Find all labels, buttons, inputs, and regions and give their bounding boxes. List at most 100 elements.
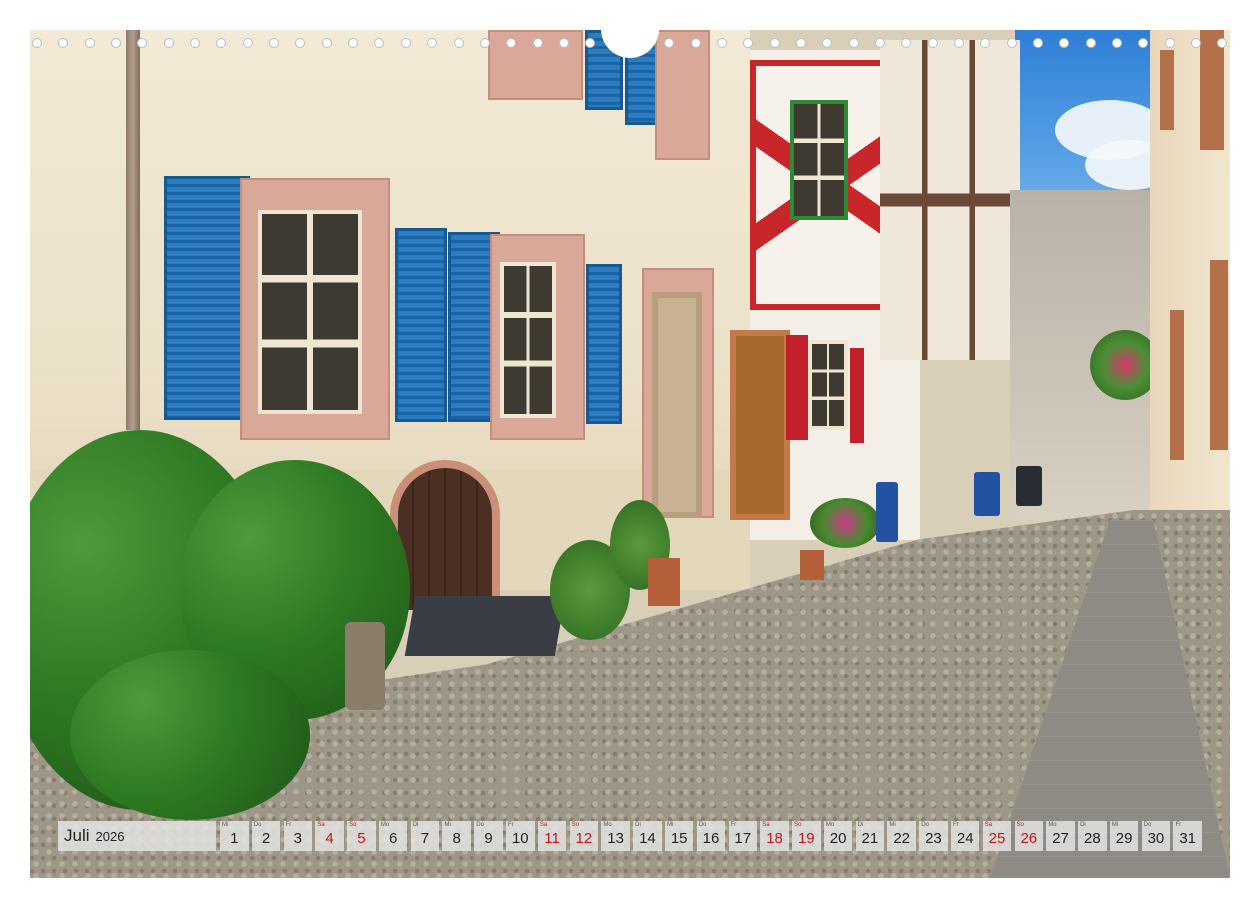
day-number: 12 <box>575 830 593 847</box>
day-cell: Di 14 <box>633 821 662 851</box>
window <box>808 340 848 430</box>
wire-binding-hole-icon <box>163 38 174 48</box>
day-cell: Do 9 <box>474 821 503 851</box>
window <box>258 210 362 414</box>
wire-binding-hole-icon <box>1138 38 1149 48</box>
brown-timber-facade <box>880 40 1020 360</box>
weekday-label: Mi <box>444 822 451 828</box>
day-cell: Fr 17 <box>728 821 757 851</box>
wire-binding-hole-icon <box>901 38 912 48</box>
wire-binding-hole-icon <box>427 38 438 48</box>
wire-binding-hole-icon <box>716 38 727 48</box>
day-cell: Fr 31 <box>1173 821 1202 851</box>
day-number: 30 <box>1147 830 1165 847</box>
wire-binding-hole-icon <box>769 38 780 48</box>
weekday-label: Do <box>921 822 929 828</box>
weekday-label: Mi <box>222 822 229 828</box>
weekday-label: So <box>571 822 579 828</box>
weekday-label: Do <box>1143 822 1152 828</box>
wire-binding-hole-icon <box>400 38 411 48</box>
day-cell: Sa 18 <box>760 821 789 851</box>
day-cell: Do 23 <box>919 821 948 851</box>
wire-binding-hole-icon <box>348 38 359 48</box>
weekday-label: Sa <box>984 822 993 828</box>
weekday-label: So <box>794 822 802 828</box>
day-number: 11 <box>544 830 560 847</box>
weekday-label: Do <box>698 822 707 828</box>
day-cell: Sa 11 <box>537 821 567 851</box>
blue-shutter <box>395 228 447 422</box>
wire-binding-hole-icon <box>190 38 201 48</box>
day-cell: So 26 <box>1014 821 1044 851</box>
wire-binding-hole-icon <box>84 38 95 48</box>
drain-pipe <box>126 30 140 430</box>
day-number: 20 <box>829 830 847 847</box>
wire-binding-hole-icon <box>558 38 569 48</box>
day-cell: Mi 8 <box>442 821 471 851</box>
weekday-label: Mi <box>666 822 674 828</box>
weekday-label: Di <box>412 822 419 828</box>
weekday-label: Mo <box>603 822 612 828</box>
wire-binding-hole-icon <box>980 38 991 48</box>
day-cell: Sa 25 <box>982 821 1012 851</box>
day-cell: Mo 13 <box>601 821 630 851</box>
day-number: 18 <box>766 830 783 847</box>
window <box>790 100 848 220</box>
wire-binding-hole-icon <box>111 38 122 48</box>
wire-binding-hole-icon <box>374 38 385 48</box>
wire-binding-hole-icon <box>137 38 148 48</box>
weekday-label: Di <box>635 822 641 828</box>
weekday-label: Di <box>857 822 864 828</box>
front-door <box>652 292 702 518</box>
day-cell: Di 21 <box>855 821 885 851</box>
weekday-label: So <box>349 822 357 828</box>
weekday-label: Sa <box>762 822 770 828</box>
day-number: 31 <box>1179 830 1197 847</box>
weekday-label: So <box>1016 822 1024 828</box>
day-cell: Mo 6 <box>378 821 408 851</box>
wire-binding-hole-icon <box>1059 38 1070 48</box>
day-number: 27 <box>1052 830 1069 847</box>
wire-binding-hole-icon <box>1006 38 1017 48</box>
day-cell: Mi 15 <box>664 821 694 851</box>
month-name: Juli <box>64 826 90 845</box>
day-cell: Mi 1 <box>220 821 249 851</box>
day-cell: So 12 <box>569 821 599 851</box>
weekday-label: Fr <box>1175 822 1182 828</box>
day-cell: So 19 <box>792 821 821 851</box>
wire-binding-hole-icon <box>479 38 490 48</box>
day-number: 29 <box>1115 830 1133 847</box>
day-number: 3 <box>293 830 302 847</box>
weekday-label: Do <box>253 822 262 828</box>
blue-shutter <box>586 264 622 424</box>
day-number: 19 <box>797 830 815 847</box>
day-number: 25 <box>988 830 1006 847</box>
day-cell: Fr 24 <box>950 821 980 851</box>
weekday-label: Fr <box>952 822 959 828</box>
day-number: 4 <box>325 830 334 847</box>
day-number: 8 <box>452 830 461 847</box>
day-number: 28 <box>1084 830 1101 847</box>
weekday-label: Fr <box>730 822 737 828</box>
wire-binding-hole-icon <box>506 38 517 48</box>
weekday-label: Fr <box>285 822 292 828</box>
weekday-label: Sa <box>539 822 548 828</box>
wire-binding-hole-icon <box>32 38 42 48</box>
street-photo <box>30 30 1230 878</box>
day-number: 24 <box>956 830 974 847</box>
wire-binding-hole-icon <box>1217 38 1228 48</box>
wire-binding-hole-icon <box>822 38 833 48</box>
day-cell: Di 28 <box>1078 821 1107 851</box>
wire-binding-hole-icon <box>532 38 543 48</box>
days-row: Mi 1 Do 2 Fr 3 Sa 4 So 5 Mo 6 Di 7 Mi 8 Do 9 Fr 10 Sa 11 So 12 M… <box>220 821 1202 851</box>
day-number: 16 <box>702 830 720 847</box>
day-cell: Fr 10 <box>506 821 535 851</box>
wire-binding-hole-icon <box>1033 38 1044 48</box>
day-cell: Do 16 <box>696 821 726 851</box>
year-label: 2026 <box>95 828 125 844</box>
day-number: 7 <box>420 830 430 847</box>
wire-binding-hole-icon <box>927 38 938 48</box>
wire-binding-hole-icon <box>321 38 332 48</box>
day-number: 5 <box>357 830 366 847</box>
day-cell: Do 30 <box>1141 821 1171 851</box>
